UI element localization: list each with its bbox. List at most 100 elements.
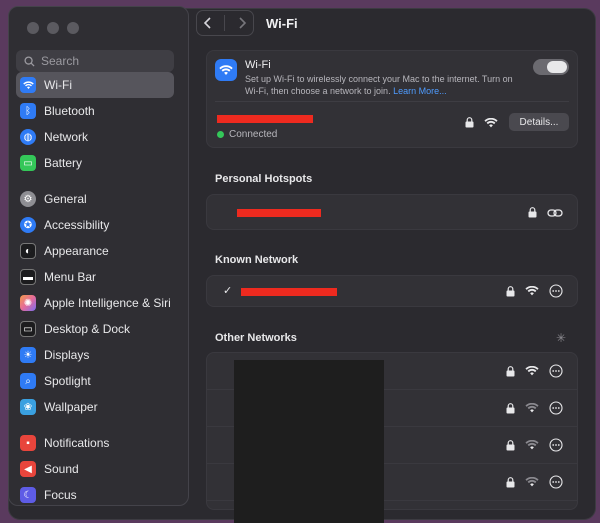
sidebar-nav: Wi-Fi ᛒ Bluetooth ◍ Network ▭ Battery ⚙ … — [16, 72, 174, 508]
wifi-signal-icon — [525, 366, 539, 376]
link-icon — [547, 208, 563, 217]
sidebar-item-label: Displays — [44, 348, 90, 362]
sidebar-item-label: Battery — [44, 156, 83, 170]
magnifier-icon: ⌕ — [20, 373, 36, 389]
sidebar-item-label: Menu Bar — [44, 270, 97, 284]
lock-icon — [465, 117, 474, 128]
sun-icon: ☀ — [20, 347, 36, 363]
more-options-icon[interactable] — [549, 364, 563, 378]
lock-icon — [506, 365, 515, 376]
page-title: Wi-Fi — [266, 15, 298, 31]
section-title-known: Known Network — [215, 254, 299, 266]
wifi-signal-icon — [525, 477, 539, 487]
search-placeholder: Search — [41, 54, 80, 68]
more-options-icon[interactable] — [549, 438, 563, 452]
globe-icon: ◍ — [20, 129, 36, 145]
sidebar-item-label: Wallpaper — [44, 400, 98, 414]
redacted-network-list — [234, 360, 384, 523]
sidebar-item-accessibility[interactable]: ✪ Accessibility — [16, 212, 174, 238]
current-network-icons — [465, 117, 498, 128]
sidebar-item-label: Appearance — [44, 244, 109, 258]
sidebar-item-network[interactable]: ◍ Network — [16, 124, 174, 150]
sidebar-item-label: Wi-Fi — [44, 78, 72, 92]
wifi-icon — [215, 59, 237, 81]
sidebar-item-wifi[interactable]: Wi-Fi — [16, 72, 174, 98]
known-network-card: ✓ — [206, 275, 578, 307]
sidebar-item-label: Accessibility — [44, 218, 110, 232]
search-icon — [24, 55, 35, 67]
sidebar-item-battery[interactable]: ▭ Battery — [16, 150, 174, 176]
sidebar-item-wallpaper[interactable]: ❀ Wallpaper — [16, 394, 174, 420]
sidebar-item-desktop-dock[interactable]: ▭ Desktop & Dock — [16, 316, 174, 342]
wifi-signal-icon — [525, 403, 539, 413]
forward-button[interactable] — [237, 17, 247, 29]
sidebar-item-label: Network — [44, 130, 89, 144]
sidebar-item-spotlight[interactable]: ⌕ Spotlight — [16, 368, 174, 394]
moon-icon: ☾ — [20, 487, 36, 503]
redacted-known-network[interactable] — [241, 288, 337, 296]
details-button[interactable]: Details... — [509, 113, 569, 131]
sidebar-item-label: Focus — [44, 488, 77, 502]
wifi-title: Wi-Fi — [245, 59, 271, 71]
bell-icon: ▪ — [20, 435, 36, 451]
sidebar-item-focus[interactable]: ☾ Focus — [16, 482, 174, 508]
sidebar-item-label: Notifications — [44, 436, 110, 450]
known-network-icons — [506, 284, 563, 298]
minimize-window-button[interactable] — [47, 22, 59, 34]
sidebar-item-notifications[interactable]: ▪ Notifications — [16, 430, 174, 456]
lock-icon — [506, 439, 515, 450]
sidebar-item-sound[interactable]: ◀ Sound — [16, 456, 174, 482]
flower-icon: ❀ — [20, 399, 36, 415]
sidebar-item-label: Bluetooth — [44, 104, 95, 118]
sidebar-item-label: Apple Intelligence & Siri — [44, 296, 171, 310]
sidebar-item-label: Desktop & Dock — [44, 322, 131, 336]
wifi-signal-icon — [484, 117, 498, 127]
wifi-signal-icon — [525, 440, 539, 450]
more-options-icon[interactable] — [549, 475, 563, 489]
connection-status: Connected — [217, 129, 277, 140]
more-options-icon[interactable] — [549, 284, 563, 298]
back-button[interactable] — [203, 17, 213, 29]
sidebar-item-bluetooth[interactable]: ᛒ Bluetooth — [16, 98, 174, 124]
menubar-icon: ▬ — [20, 269, 36, 285]
close-window-button[interactable] — [27, 22, 39, 34]
wifi-description: Set up Wi-Fi to wirelessly connect your … — [245, 73, 525, 97]
learn-more-link[interactable]: Learn More... — [393, 86, 447, 96]
redacted-hotspot-name[interactable] — [237, 209, 321, 217]
hotspot-icons — [528, 207, 563, 218]
sidebar-item-label: Spotlight — [44, 374, 91, 388]
lock-icon — [506, 476, 515, 487]
more-options-icon[interactable] — [549, 401, 563, 415]
section-title-other: Other Networks — [215, 332, 297, 344]
wifi-description-text: Set up Wi-Fi to wirelessly connect your … — [245, 74, 513, 96]
connected-dot-icon — [217, 131, 224, 138]
connection-status-text: Connected — [229, 129, 278, 140]
sidebar-item-displays[interactable]: ☀ Displays — [16, 342, 174, 368]
sidebar-item-apple-intelligence[interactable]: ✺ Apple Intelligence & Siri — [16, 290, 174, 316]
wifi-icon — [20, 77, 36, 93]
bluetooth-icon: ᛒ — [20, 103, 36, 119]
speaker-icon: ◀ — [20, 461, 36, 477]
redacted-network-name — [217, 115, 313, 123]
section-title-hotspots: Personal Hotspots — [215, 173, 313, 185]
sidebar-item-appearance[interactable]: ◐ Appearance — [16, 238, 174, 264]
checkmark-icon: ✓ — [223, 285, 233, 297]
dock-icon: ▭ — [20, 321, 36, 337]
wifi-toggle[interactable] — [533, 59, 569, 75]
gear-icon: ⚙ — [20, 191, 36, 207]
toolbar: Wi-Fi — [196, 8, 298, 38]
hotspots-card — [206, 194, 578, 230]
lock-icon — [528, 207, 537, 218]
lock-icon — [506, 285, 515, 296]
loading-spinner-icon: ✳ — [556, 331, 567, 345]
sidebar-item-general[interactable]: ⚙ General — [16, 186, 174, 212]
zoom-window-button[interactable] — [67, 22, 79, 34]
battery-icon: ▭ — [20, 155, 36, 171]
search-input[interactable]: Search — [16, 50, 174, 72]
appearance-icon: ◐ — [20, 243, 36, 259]
sidebar-item-menu-bar[interactable]: ▬ Menu Bar — [16, 264, 174, 290]
window-controls — [27, 22, 79, 34]
history-nav — [196, 10, 254, 36]
lock-icon — [506, 402, 515, 413]
siri-icon: ✺ — [20, 295, 36, 311]
